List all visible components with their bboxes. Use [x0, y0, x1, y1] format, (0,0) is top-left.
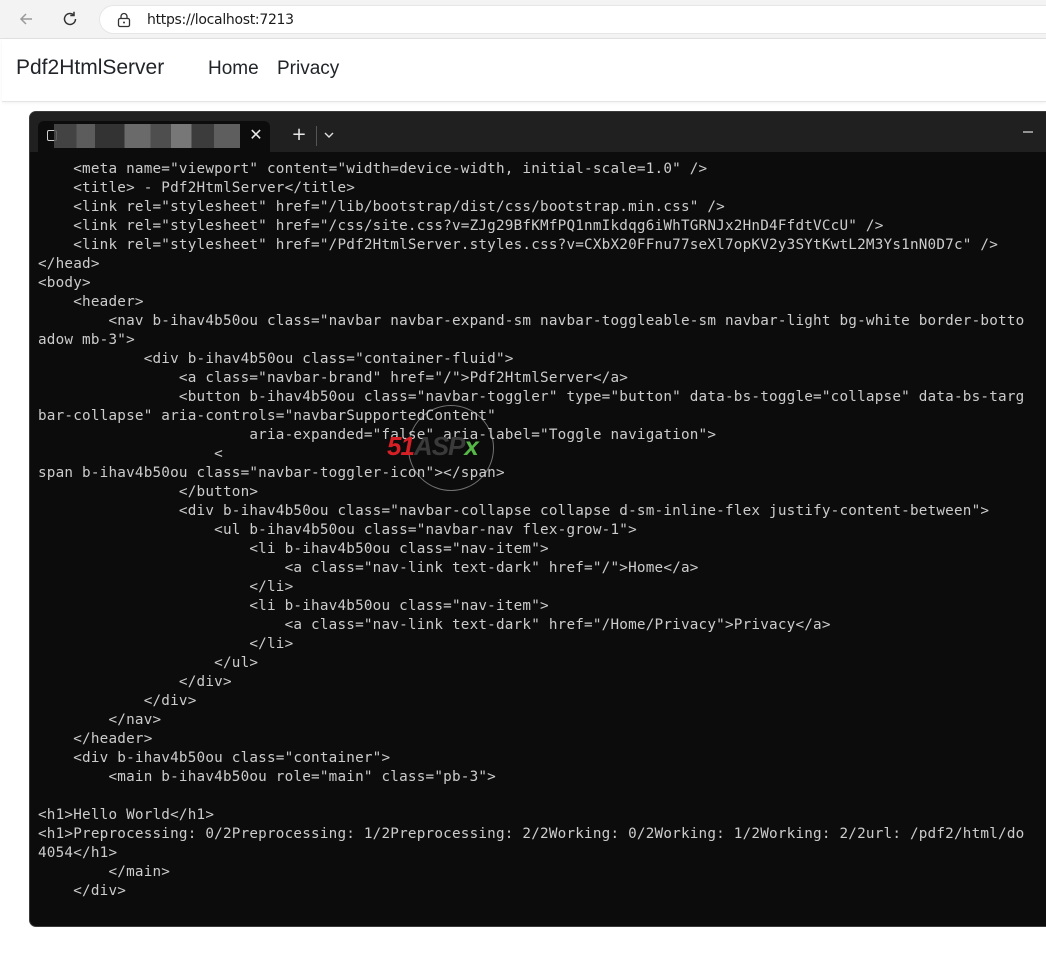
- terminal-line: </ul>: [38, 655, 259, 671]
- terminal-line: <main b-ihav4b50ou role="main" class="pb…: [38, 769, 496, 785]
- terminal-window: ✕ + <meta name="viewport" content="width…: [29, 111, 1046, 927]
- reload-button[interactable]: [59, 8, 81, 30]
- nav-link-home[interactable]: Home: [208, 58, 259, 80]
- site-navbar: Pdf2HtmlServer Home Privacy: [2, 39, 1046, 102]
- browser-toolbar: https://localhost:7213: [0, 0, 1046, 39]
- terminal-line: <h1>Hello World</h1>: [38, 807, 215, 823]
- terminal-line: <nav b-ihav4b50ou class="navbar navbar-e…: [38, 313, 1025, 329]
- terminal-line: </main>: [38, 864, 171, 880]
- terminal-line: </button>: [38, 484, 259, 500]
- terminal-line: <button b-ihav4b50ou class="navbar-toggl…: [38, 389, 1025, 405]
- terminal-line: adow mb-3">: [38, 332, 135, 348]
- terminal-line: <: [38, 446, 223, 462]
- terminal-line: </li>: [38, 579, 294, 595]
- terminal-line: <div b-ihav4b50ou class="navbar-collapse…: [38, 503, 990, 519]
- divider: [316, 126, 317, 146]
- chevron-down-icon: [324, 132, 334, 138]
- terminal-line: <h1>Preprocessing: 0/2Preprocessing: 1/2…: [38, 826, 1025, 842]
- terminal-line: </head>: [38, 256, 100, 272]
- terminal-line: <li b-ihav4b50ou class="nav-item">: [38, 598, 549, 614]
- terminal-line: <div b-ihav4b50ou class="container">: [38, 750, 391, 766]
- terminal-titlebar: ✕ +: [30, 112, 1046, 152]
- terminal-line: </div>: [38, 693, 197, 709]
- new-tab-button[interactable]: +: [288, 125, 310, 145]
- address-bar[interactable]: https://localhost:7213: [99, 5, 1046, 34]
- terminal-line: <link rel="stylesheet" href="/css/site.c…: [38, 218, 884, 234]
- nav-link-privacy[interactable]: Privacy: [277, 58, 339, 80]
- terminal-line: span b-ihav4b50ou class="navbar-toggler-…: [38, 465, 505, 481]
- terminal-line: </header>: [38, 731, 153, 747]
- url-text[interactable]: https://localhost:7213: [147, 12, 294, 28]
- terminal-line: </div>: [38, 883, 127, 899]
- reload-icon: [63, 11, 77, 26]
- terminal-output[interactable]: <meta name="viewport" content="width=dev…: [38, 160, 1046, 901]
- terminal-line: </nav>: [38, 712, 162, 728]
- terminal-line: <li b-ihav4b50ou class="nav-item">: [38, 541, 549, 557]
- terminal-line: <a class="nav-link text-dark" href="/">H…: [38, 560, 699, 576]
- terminal-line: <a class="navbar-brand" href="/">Pdf2Htm…: [38, 370, 629, 386]
- terminal-line: </div>: [38, 674, 232, 690]
- terminal-tab[interactable]: ✕: [38, 121, 270, 152]
- terminal-line: <link rel="stylesheet" href="/lib/bootst…: [38, 199, 725, 215]
- watermark-logo: 51ASPx: [383, 403, 513, 493]
- arrow-left-icon: [19, 13, 32, 25]
- terminal-line: <link rel="stylesheet" href="/Pdf2HtmlSe…: [38, 237, 999, 253]
- navbar-brand[interactable]: Pdf2HtmlServer: [16, 56, 164, 80]
- terminal-line: <ul b-ihav4b50ou class="navbar-nav flex-…: [38, 522, 637, 538]
- terminal-line: 4054</h1>: [38, 845, 118, 861]
- terminal-line: <body>: [38, 275, 91, 291]
- dropdown-button[interactable]: [320, 126, 338, 144]
- terminal-line: bar-collapse" aria-controls="navbarSuppo…: [38, 408, 496, 424]
- terminal-line: <header>: [38, 294, 144, 310]
- minimize-icon: [1023, 131, 1033, 133]
- terminal-line: aria-expanded="false" aria-label="Toggle…: [38, 427, 717, 443]
- back-button[interactable]: [15, 8, 37, 30]
- terminal-line: <meta name="viewport" content="width=dev…: [38, 161, 708, 177]
- close-tab-button[interactable]: ✕: [247, 126, 265, 144]
- terminal-line: <title> - Pdf2HtmlServer</title>: [38, 180, 356, 196]
- terminal-line: <div b-ihav4b50ou class="container-fluid…: [38, 351, 514, 367]
- minimize-button[interactable]: [1020, 124, 1036, 140]
- lock-icon[interactable]: [117, 12, 131, 28]
- watermark-text: 51ASPx: [387, 431, 479, 461]
- terminal-line: <a class="nav-link text-dark" href="/Hom…: [38, 617, 831, 633]
- terminal-line: </li>: [38, 636, 294, 652]
- tab-title-redacted: [54, 124, 240, 148]
